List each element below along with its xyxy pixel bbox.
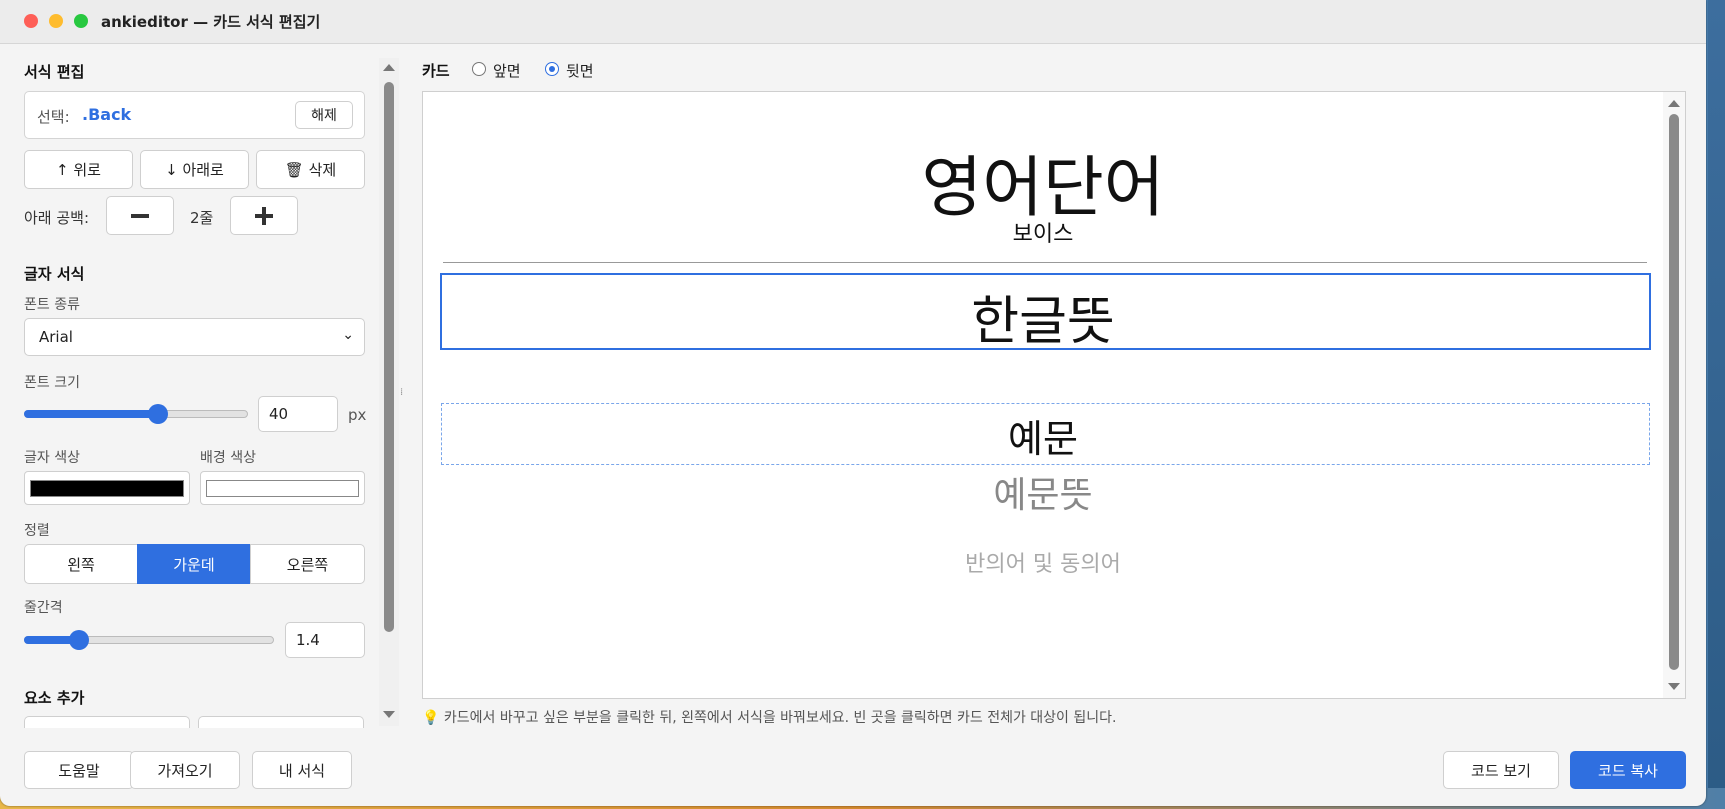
align-right-button[interactable]: 오른쪽 [250, 544, 365, 584]
text-color-label: 글자 색상 [24, 450, 80, 466]
bottom-space-label: 아래 공백: [24, 209, 90, 227]
back-radio-label[interactable]: 뒷면 [566, 60, 594, 81]
decrease-space-button[interactable] [106, 196, 174, 235]
font-family-value: Arial [39, 328, 73, 346]
desktop-background [1708, 0, 1725, 809]
copy-code-button[interactable]: 코드 복사 [1570, 751, 1686, 789]
line-height-label: 줄간격 [24, 600, 63, 616]
font-family-select[interactable]: Arial ⌄ [24, 318, 365, 356]
front-radio[interactable] [472, 62, 486, 76]
bottom-space-value: 2줄 [190, 209, 214, 227]
move-up-button[interactable]: ↑ 위로 [24, 150, 133, 189]
chevron-down-icon: ⌄ [342, 327, 354, 343]
my-format-button[interactable]: 내 서식 [252, 751, 352, 789]
window-title: ankieditor — 카드 서식 편집기 [101, 13, 321, 31]
text-format-title: 글자 서식 [24, 265, 85, 283]
hint-text: 💡 카드에서 바꾸고 싶은 부분을 클릭한 뒤, 왼쪽에서 서식을 바꿔보세요.… [422, 707, 1116, 727]
left-scrollbar-thumb[interactable] [384, 82, 394, 632]
selection-value: .Back [82, 105, 132, 124]
plus-icon [255, 206, 273, 225]
card-synonyms[interactable]: 반의어 및 동의어 [423, 546, 1663, 578]
card-scrollbar-thumb[interactable] [1669, 114, 1679, 670]
minimize-window-button[interactable] [49, 14, 63, 28]
add-element-option[interactable] [198, 716, 364, 728]
line-height-input[interactable]: 1.4 [285, 622, 365, 658]
card-example[interactable]: 예문 [423, 408, 1663, 463]
font-size-slider-handle[interactable] [148, 404, 169, 424]
front-radio-label[interactable]: 앞면 [493, 60, 521, 81]
scroll-up-arrow-icon[interactable] [1668, 100, 1680, 107]
selection-box: 선택: .Back 해제 [24, 91, 365, 139]
align-center-button[interactable]: 가운데 [137, 544, 251, 584]
card-preview[interactable]: 영어단어 보이스 한글뜻 예문 예문뜻 반의어 및 동의어 [422, 91, 1686, 699]
bg-color-swatch [206, 480, 359, 497]
bg-color-label: 배경 색상 [200, 450, 256, 466]
scroll-down-arrow-icon[interactable] [383, 711, 395, 718]
move-down-button[interactable]: ↓ 아래로 [140, 150, 249, 189]
font-family-label: 폰트 종류 [24, 297, 80, 313]
card-scrollbar[interactable] [1663, 92, 1685, 698]
scroll-down-arrow-icon[interactable] [1668, 683, 1680, 690]
card-side-label: 카드 [422, 62, 450, 80]
bg-color-picker[interactable] [200, 471, 365, 505]
font-size-slider-fill [24, 410, 159, 418]
title-bar: ankieditor — 카드 서식 편집기 [0, 0, 1706, 44]
card-divider [443, 262, 1647, 263]
import-button[interactable]: 가져오기 [130, 751, 240, 789]
selection-label: 선택: [37, 108, 70, 126]
text-color-swatch [30, 480, 184, 497]
font-size-label: 폰트 크기 [24, 375, 80, 391]
scroll-up-arrow-icon[interactable] [383, 64, 395, 71]
hint-message: 카드에서 바꾸고 싶은 부분을 클릭한 뒤, 왼쪽에서 서식을 바꿔보세요. 빈… [443, 710, 1117, 726]
add-element-title: 요소 추가 [24, 689, 85, 707]
clear-selection-button[interactable]: 해제 [295, 101, 353, 129]
app-window: ankieditor — 카드 서식 편집기 서식 편집 선택: .Back 해… [0, 0, 1706, 806]
add-element-option[interactable] [24, 716, 190, 728]
resize-handle-icon[interactable]: ⁞ [400, 387, 403, 398]
card-meaning[interactable]: 한글뜻 [423, 279, 1663, 354]
delete-button[interactable]: 🗑 삭제 [256, 150, 365, 189]
zoom-window-button[interactable] [74, 14, 88, 28]
back-radio[interactable] [545, 62, 559, 76]
view-code-button[interactable]: 코드 보기 [1443, 751, 1559, 789]
text-color-picker[interactable] [24, 471, 190, 505]
increase-space-button[interactable] [230, 196, 298, 235]
align-left-button[interactable]: 왼쪽 [24, 544, 138, 584]
help-button[interactable]: 도움말 [24, 751, 134, 789]
minus-icon [131, 213, 149, 218]
lightbulb-icon: 💡 [422, 710, 440, 726]
font-size-unit: px [348, 406, 367, 424]
card-voice[interactable]: 보이스 [423, 216, 1663, 248]
format-edit-title: 서식 편집 [24, 63, 85, 81]
font-size-input[interactable]: 40 [258, 396, 338, 432]
line-height-slider-handle[interactable] [69, 630, 89, 650]
card-example-meaning[interactable]: 예문뜻 [423, 466, 1663, 518]
align-label: 정렬 [24, 523, 50, 539]
left-panel-scrollbar[interactable] [379, 58, 399, 726]
close-window-button[interactable] [24, 14, 38, 28]
